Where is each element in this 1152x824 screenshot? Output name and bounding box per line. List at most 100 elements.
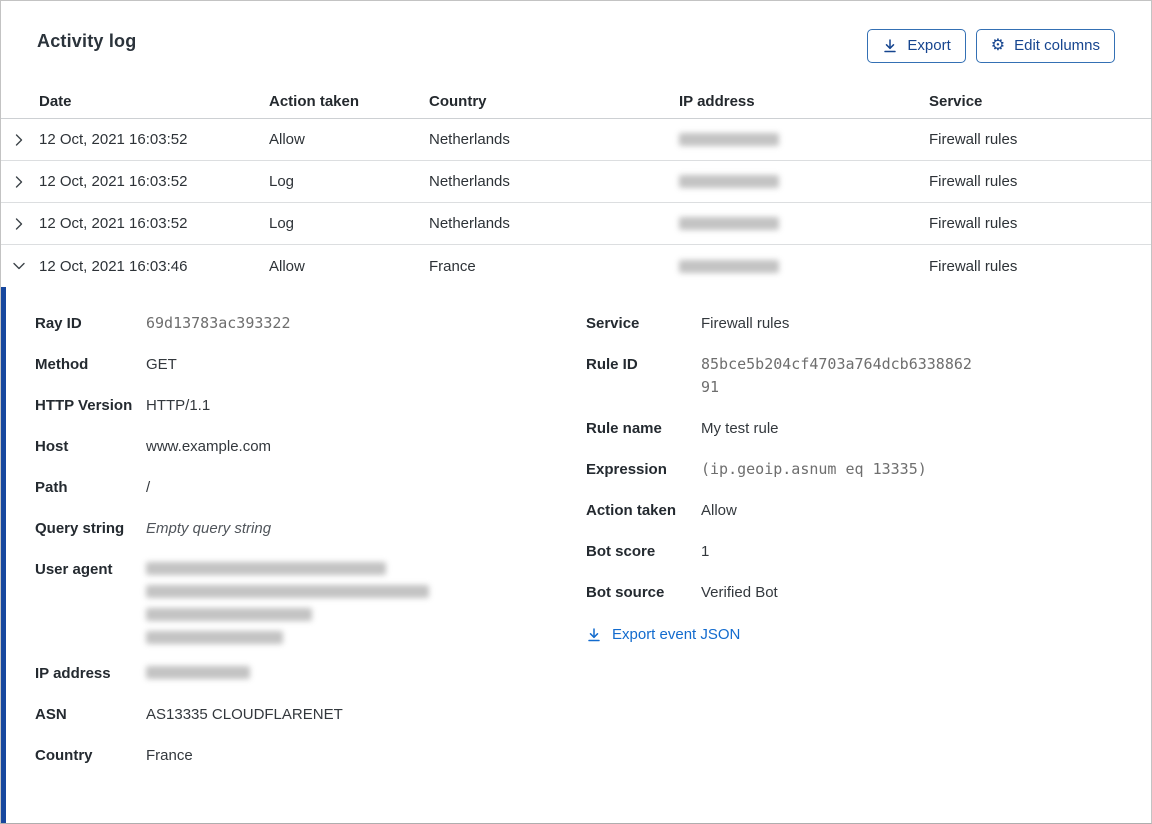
cell-ip-address — [679, 259, 929, 273]
detail-field-ip-address: IP address — [35, 662, 586, 685]
chevron-right-icon[interactable] — [9, 174, 39, 190]
column-header-service: Service — [929, 93, 983, 110]
detail-value: 85bce5b204cf4703a764dcb633886291 — [701, 355, 972, 396]
topbar: Activity log Export ⚙ Edit columns — [1, 1, 1151, 63]
export-button[interactable]: Export — [867, 29, 966, 63]
detail-value: Empty query string — [146, 520, 272, 537]
detail-field-action-taken: Action taken Allow — [586, 499, 1151, 522]
detail-label: ASN — [35, 706, 67, 723]
cell-service: Firewall rules — [929, 257, 1018, 275]
cell-date: 12 Oct, 2021 16:03:52 — [39, 173, 188, 190]
table-row[interactable]: 12 Oct, 2021 16:03:52 Allow Netherlands Fir… — [1, 119, 1151, 161]
chevron-right-icon[interactable] — [9, 216, 39, 232]
detail-field-method: Method GET — [35, 353, 586, 376]
detail-label: HTTP Version — [35, 397, 133, 414]
cell-date: 12 Oct, 2021 16:03:52 — [39, 131, 188, 148]
export-button-label: Export — [907, 37, 951, 54]
detail-label: Rule name — [586, 420, 662, 437]
redacted-ip-blur — [679, 217, 779, 230]
detail-label: Method — [35, 356, 89, 373]
redacted-value — [146, 662, 250, 679]
detail-value: Firewall rules — [701, 315, 790, 332]
redacted-text-blur — [146, 608, 312, 621]
redacted-ip-blur — [679, 133, 779, 146]
cell-action-taken: Allow — [269, 131, 305, 148]
detail-label: Query string — [35, 520, 125, 537]
column-header-date: Date — [39, 93, 72, 110]
chevron-right-icon[interactable] — [9, 132, 39, 148]
detail-field-http-version: HTTP Version HTTP/1.1 — [35, 394, 586, 417]
table-row[interactable]: 12 Oct, 2021 16:03:52 Log Netherlands Firew… — [1, 161, 1151, 203]
detail-value: 69d13783ac393322 — [146, 314, 291, 332]
detail-label: Ray ID — [35, 315, 82, 332]
detail-value: / — [146, 479, 151, 496]
page-title: Activity log — [37, 31, 137, 51]
detail-field-service: Service Firewall rules — [586, 312, 1151, 335]
table-body: 12 Oct, 2021 16:03:52 Allow Netherlands Fir… — [1, 119, 1151, 287]
detail-label: Expression — [586, 461, 667, 478]
detail-label: Action taken — [586, 502, 677, 519]
edit-columns-button[interactable]: ⚙ Edit columns — [975, 29, 1115, 63]
download-icon — [882, 38, 898, 54]
detail-field-ray-id: Ray ID 69d13783ac393322 — [35, 312, 586, 335]
detail-label: Host — [35, 438, 69, 455]
table-row[interactable]: 12 Oct, 2021 16:03:46 Allow France Firewall… — [1, 245, 1151, 287]
cell-ip-address — [679, 175, 929, 188]
detail-field-bot-score: Bot score 1 — [586, 540, 1151, 563]
detail-label: Rule ID — [586, 356, 638, 373]
detail-value: Allow — [701, 502, 737, 519]
redacted-text-blur — [146, 585, 429, 598]
detail-field-bot-source: Bot source Verified Bot — [586, 581, 1151, 604]
cell-action-taken: Log — [269, 215, 295, 232]
cell-action-taken: Log — [269, 173, 295, 190]
detail-label: Bot source — [586, 584, 665, 601]
redacted-ip-blur — [679, 259, 779, 273]
column-header-action-taken: Action taken — [269, 93, 360, 110]
cell-action-taken: Allow — [269, 257, 305, 275]
cell-country: Netherlands — [429, 131, 510, 148]
details-right-column: Service Firewall rules Rule ID 85bce5b204cf… — [586, 312, 1151, 648]
table-row[interactable]: 12 Oct, 2021 16:03:52 Log Netherlands Firew… — [1, 203, 1151, 245]
column-header-ip-address: IP address — [679, 93, 755, 110]
edit-columns-button-label: Edit columns — [1014, 37, 1100, 54]
detail-value: AS13335 CLOUDFLARENET — [146, 706, 343, 723]
cell-country: Netherlands — [429, 215, 510, 232]
export-event-json-label: Export event JSON — [612, 626, 741, 643]
gear-icon: ⚙ — [990, 37, 1006, 54]
toolbar-actions: Export ⚙ Edit columns — [867, 29, 1115, 63]
details-left-column: Ray ID 69d13783ac393322 Method GET HTTP Vers… — [35, 312, 586, 785]
detail-field-host: Host www.example.com — [35, 435, 586, 458]
detail-field-query-string: Query string Empty query string — [35, 517, 586, 540]
detail-label: Country — [35, 747, 93, 764]
detail-label: Path — [35, 479, 68, 496]
table-header: Date Action taken Country IP address Service — [1, 85, 1151, 119]
detail-field-expression: Expression (ip.geoip.asnum eq 13335) — [586, 458, 1151, 481]
redacted-text-blur — [146, 666, 250, 679]
cell-service: Firewall rules — [929, 173, 1018, 190]
detail-field-rule-id: Rule ID 85bce5b204cf4703a764dcb633886291 — [586, 353, 1151, 399]
cell-date: 12 Oct, 2021 16:03:46 — [39, 257, 188, 275]
detail-field-user-agent: User agent — [35, 558, 586, 644]
redacted-value — [146, 558, 429, 644]
activity-log-panel: Activity log Export ⚙ Edit columns Date A… — [0, 0, 1152, 824]
detail-value: GET — [146, 356, 177, 373]
export-event-json-link[interactable]: Export event JSON — [586, 626, 740, 643]
redacted-text-blur — [146, 631, 283, 644]
detail-field-asn: ASN AS13335 CLOUDFLARENET — [35, 703, 586, 726]
detail-value: (ip.geoip.asnum eq 13335) — [701, 460, 927, 478]
detail-label: IP address — [35, 665, 111, 682]
detail-field-path: Path / — [35, 476, 586, 499]
detail-label: Service — [586, 315, 640, 332]
event-details-panel: Ray ID 69d13783ac393322 Method GET HTTP Vers… — [1, 287, 1151, 823]
redacted-ip-blur — [679, 175, 779, 188]
detail-value: Verified Bot — [701, 584, 778, 601]
cell-ip-address — [679, 133, 929, 146]
detail-field-country: Country France — [35, 744, 586, 767]
detail-value: HTTP/1.1 — [146, 397, 211, 414]
detail-value: www.example.com — [146, 438, 272, 455]
cell-ip-address — [679, 217, 929, 230]
cell-service: Firewall rules — [929, 215, 1018, 232]
chevron-down-icon[interactable] — [9, 258, 39, 274]
cell-date: 12 Oct, 2021 16:03:52 — [39, 215, 188, 232]
column-header-country: Country — [429, 93, 487, 110]
